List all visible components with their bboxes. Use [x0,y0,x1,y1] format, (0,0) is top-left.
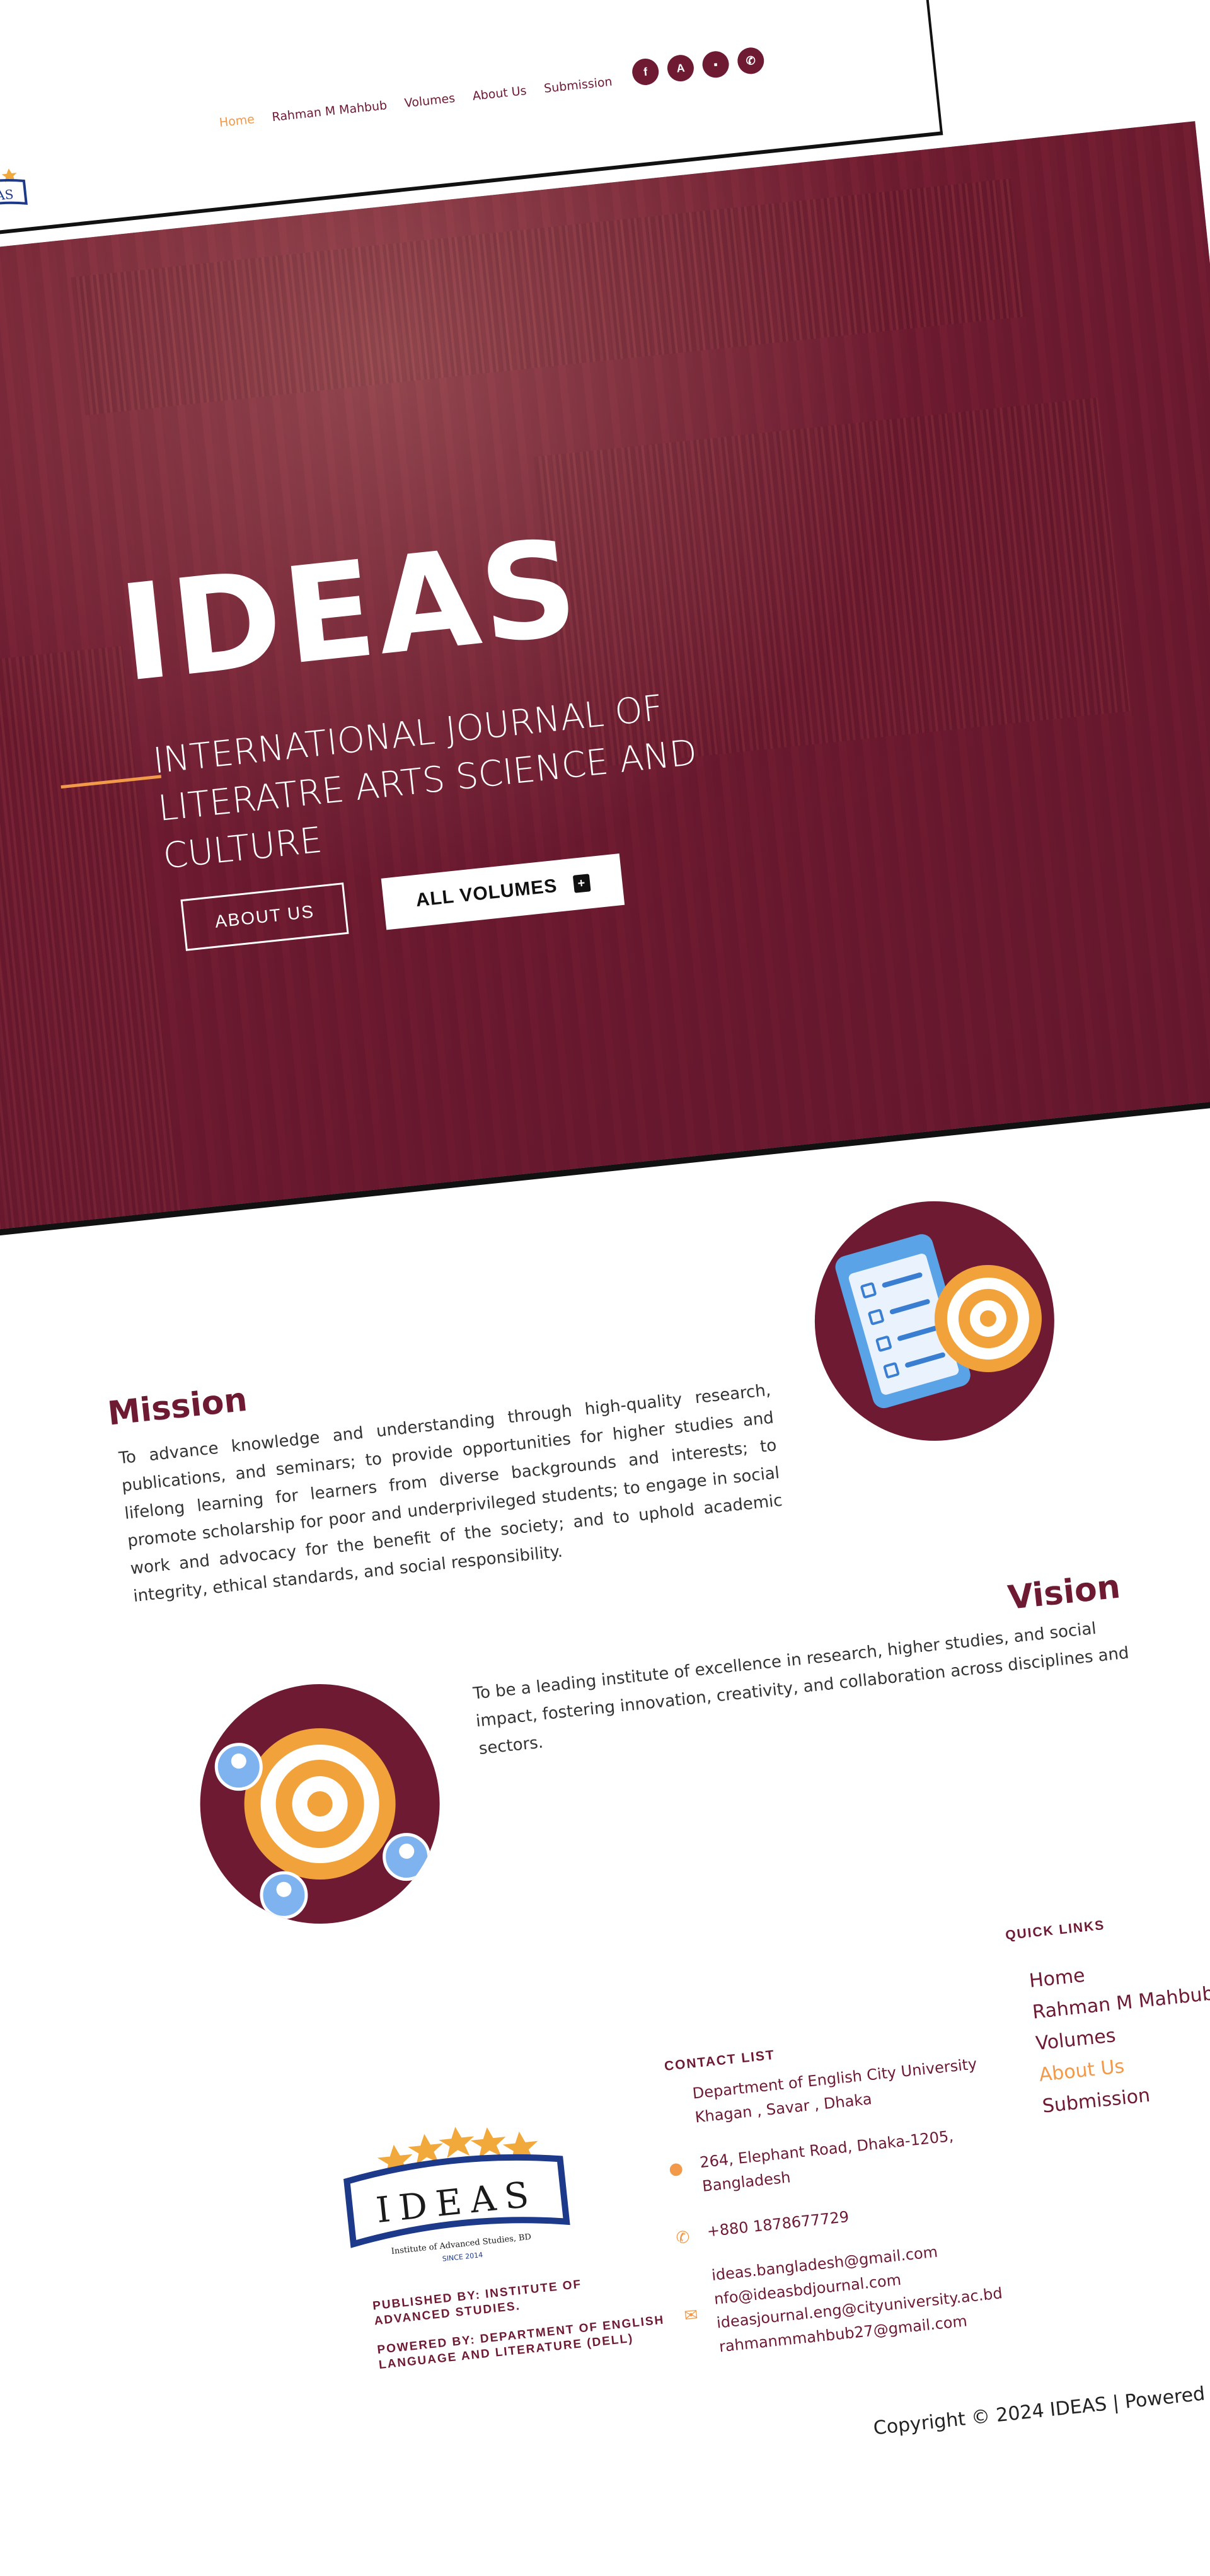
social-links: f A ▪ ✆ [631,46,766,87]
nav-submission[interactable]: Submission [543,75,613,96]
mission-title: Mission [106,1380,250,1433]
hero-section: IDEAS International Journal of Literatre… [0,121,1210,1244]
facebook-icon[interactable]: f [631,57,660,87]
contact-phone[interactable]: ✆ +880 1878677729 [675,2190,996,2248]
header-logo[interactable]: IDEAS [0,161,32,219]
mission-illustration [803,1189,1066,1453]
phone-icon[interactable]: ✆ [736,46,766,76]
location-pin-icon: ● [667,2159,684,2180]
chat-icon[interactable]: ▪ [701,50,730,79]
main-nav: Home Rahman M Mahbub Volumes About Us Su… [219,75,613,130]
contact-address-2: ● 264, Elephant Road, Dhaka-1205, Bangla… [667,2127,955,2195]
book-plus-icon [572,874,591,893]
nav-rahman-m-mahbub[interactable]: Rahman M Mahbub [271,98,388,124]
footer-logo[interactable]: IDEAS Institute of Advanced Studies, BD … [328,2101,582,2277]
contact-heading: CONTACT LIST [663,2047,776,2074]
vision-illustration [188,1672,452,1936]
target-icon [236,1721,403,1887]
nav-about-us[interactable]: About Us [472,84,527,103]
quick-link-home[interactable]: Home [1028,1965,1086,1992]
all-volumes-label: ALL VOLUMES [415,875,558,911]
envelope-icon: ✉ [683,2305,700,2326]
academia-icon[interactable]: A [666,54,695,83]
contact-emails[interactable]: ✉ ideas.bangladesh@gmail.com nfo@ideasbd… [683,2233,1008,2359]
copyright-text: Copyright © 2024 IDEAS | Powered by IDEA… [872,2373,1210,2440]
svg-text:SINCE 2014: SINCE 2014 [442,2251,483,2263]
vision-title: Vision [1006,1568,1122,1617]
quick-links-heading: QUICK LINKS [1005,1917,1106,1943]
quick-link-about-us[interactable]: About Us [1038,2055,1126,2086]
phone-icon: ✆ [675,2227,691,2248]
nav-volumes[interactable]: Volumes [404,91,456,110]
quick-link-volumes[interactable]: Volumes [1035,2024,1117,2055]
quick-link-submission[interactable]: Submission [1041,2084,1151,2118]
nav-home[interactable]: Home [219,112,255,130]
vision-text: To be a leading institute of excellence … [472,1619,1130,1759]
person-icon [380,1830,433,1883]
page: IDEAS Home Rahman M Mahbub Volumes About… [0,0,1210,2576]
